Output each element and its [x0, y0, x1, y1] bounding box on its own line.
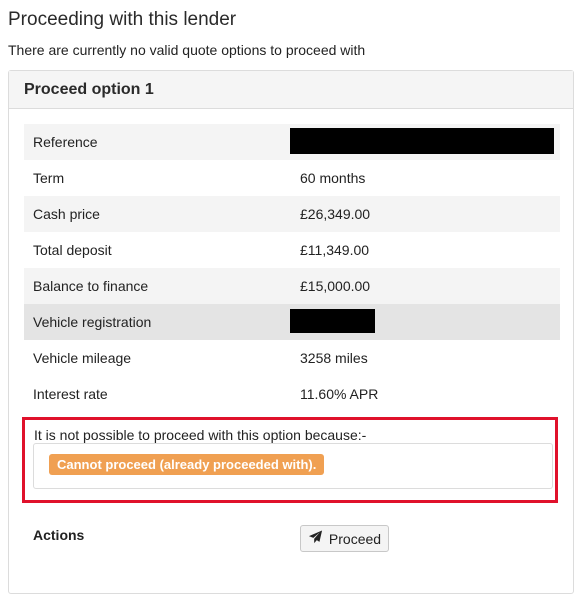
reason-well: Cannot proceed (already proceeded with).: [33, 443, 553, 489]
panel-header: Proceed option 1: [9, 71, 573, 109]
row-reference: Reference: [24, 124, 560, 160]
paper-plane-icon: [308, 530, 323, 547]
row-vehicle-mileage: Vehicle mileage 3258 miles: [24, 340, 560, 376]
row-value: 3258 miles: [300, 350, 368, 366]
row-label: Cash price: [33, 206, 100, 222]
redacted-registration: [290, 308, 375, 333]
row-value: [290, 308, 375, 336]
row-label: Interest rate: [33, 386, 108, 402]
status-badge: Cannot proceed (already proceeded with).: [49, 454, 325, 475]
redacted-reference: [290, 127, 554, 154]
row-value: [290, 127, 554, 157]
actions-label: Actions: [33, 527, 85, 543]
row-label: Balance to finance: [33, 278, 149, 294]
row-interest-rate: Interest rate 11.60% APR: [24, 376, 560, 412]
row-label: Term: [33, 170, 65, 186]
cannot-proceed-alert: It is not possible to proceed with this …: [22, 417, 558, 503]
row-balance-to-finance: Balance to finance £15,000.00: [24, 268, 560, 304]
row-value: 11.60% APR: [300, 386, 379, 402]
row-label: Reference: [33, 134, 98, 150]
proceed-option-panel: Proceed option 1 Reference Term 60 month…: [8, 70, 574, 594]
proceed-button-label: Proceed: [328, 530, 382, 547]
row-value: £11,349.00: [300, 242, 370, 258]
row-label: Vehicle mileage: [33, 350, 132, 366]
page-subtitle: There are currently no valid quote optio…: [8, 42, 366, 58]
row-label: Vehicle registration: [33, 314, 152, 330]
row-vehicle-registration: Vehicle registration: [24, 304, 560, 340]
row-term: Term 60 months: [24, 160, 560, 196]
row-value: 60 months: [300, 170, 366, 186]
row-cash-price: Cash price £26,349.00: [24, 196, 560, 232]
row-total-deposit: Total deposit £11,349.00: [24, 232, 560, 268]
reason-intro: It is not possible to proceed with this …: [34, 427, 367, 443]
proceed-button[interactable]: Proceed: [300, 525, 389, 552]
details-table: Reference Term 60 months Cash price £26,…: [24, 124, 560, 412]
page-title: Proceeding with this lender: [8, 9, 237, 30]
row-label: Total deposit: [33, 242, 112, 258]
row-value: £26,349.00: [300, 206, 371, 222]
row-value: £15,000.00: [300, 278, 371, 294]
